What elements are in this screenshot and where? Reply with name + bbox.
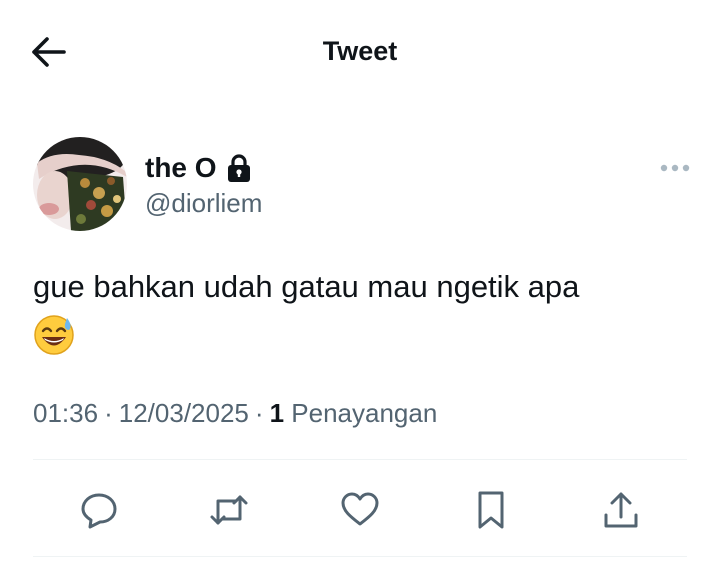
divider — [33, 556, 687, 557]
views-count: 1 — [269, 398, 285, 428]
retweet-icon — [210, 495, 248, 525]
author-display-name[interactable]: the O — [145, 152, 217, 184]
meta-separator: · — [254, 398, 264, 428]
like-button[interactable] — [336, 486, 384, 534]
avatar[interactable] — [33, 137, 127, 231]
bookmark-icon — [478, 491, 504, 529]
heart-icon — [341, 492, 379, 526]
page-title: Tweet — [322, 36, 398, 66]
divider — [33, 459, 687, 460]
retweet-button[interactable] — [205, 486, 253, 534]
tweet-time[interactable]: 01:36 — [33, 398, 98, 428]
share-icon — [604, 492, 638, 528]
views-label: Penayangan — [291, 398, 438, 428]
bookmark-button[interactable] — [467, 486, 515, 534]
tweet-body: gue bahkan udah gatau mau ngetik apa — [33, 269, 580, 304]
tweet-text: gue bahkan udah gatau mau ngetik apa — [33, 268, 693, 356]
author-name-row: the O — [145, 150, 253, 186]
reply-icon — [81, 493, 117, 529]
meta-separator: · — [104, 398, 113, 428]
top-bar: Tweet — [0, 0, 720, 104]
more-icon — [660, 164, 690, 172]
grinning-sweat-emoji-icon — [33, 314, 75, 356]
lock-icon — [225, 153, 253, 183]
author-handle[interactable]: @diorliem — [145, 188, 262, 219]
reply-button[interactable] — [75, 486, 123, 534]
tweet-meta: 01:36 · 12/03/2025 · 1 Penayangan — [33, 398, 437, 429]
share-button[interactable] — [597, 486, 645, 534]
tweet-date[interactable]: 12/03/2025 — [119, 398, 249, 428]
more-options-button[interactable] — [657, 156, 693, 180]
